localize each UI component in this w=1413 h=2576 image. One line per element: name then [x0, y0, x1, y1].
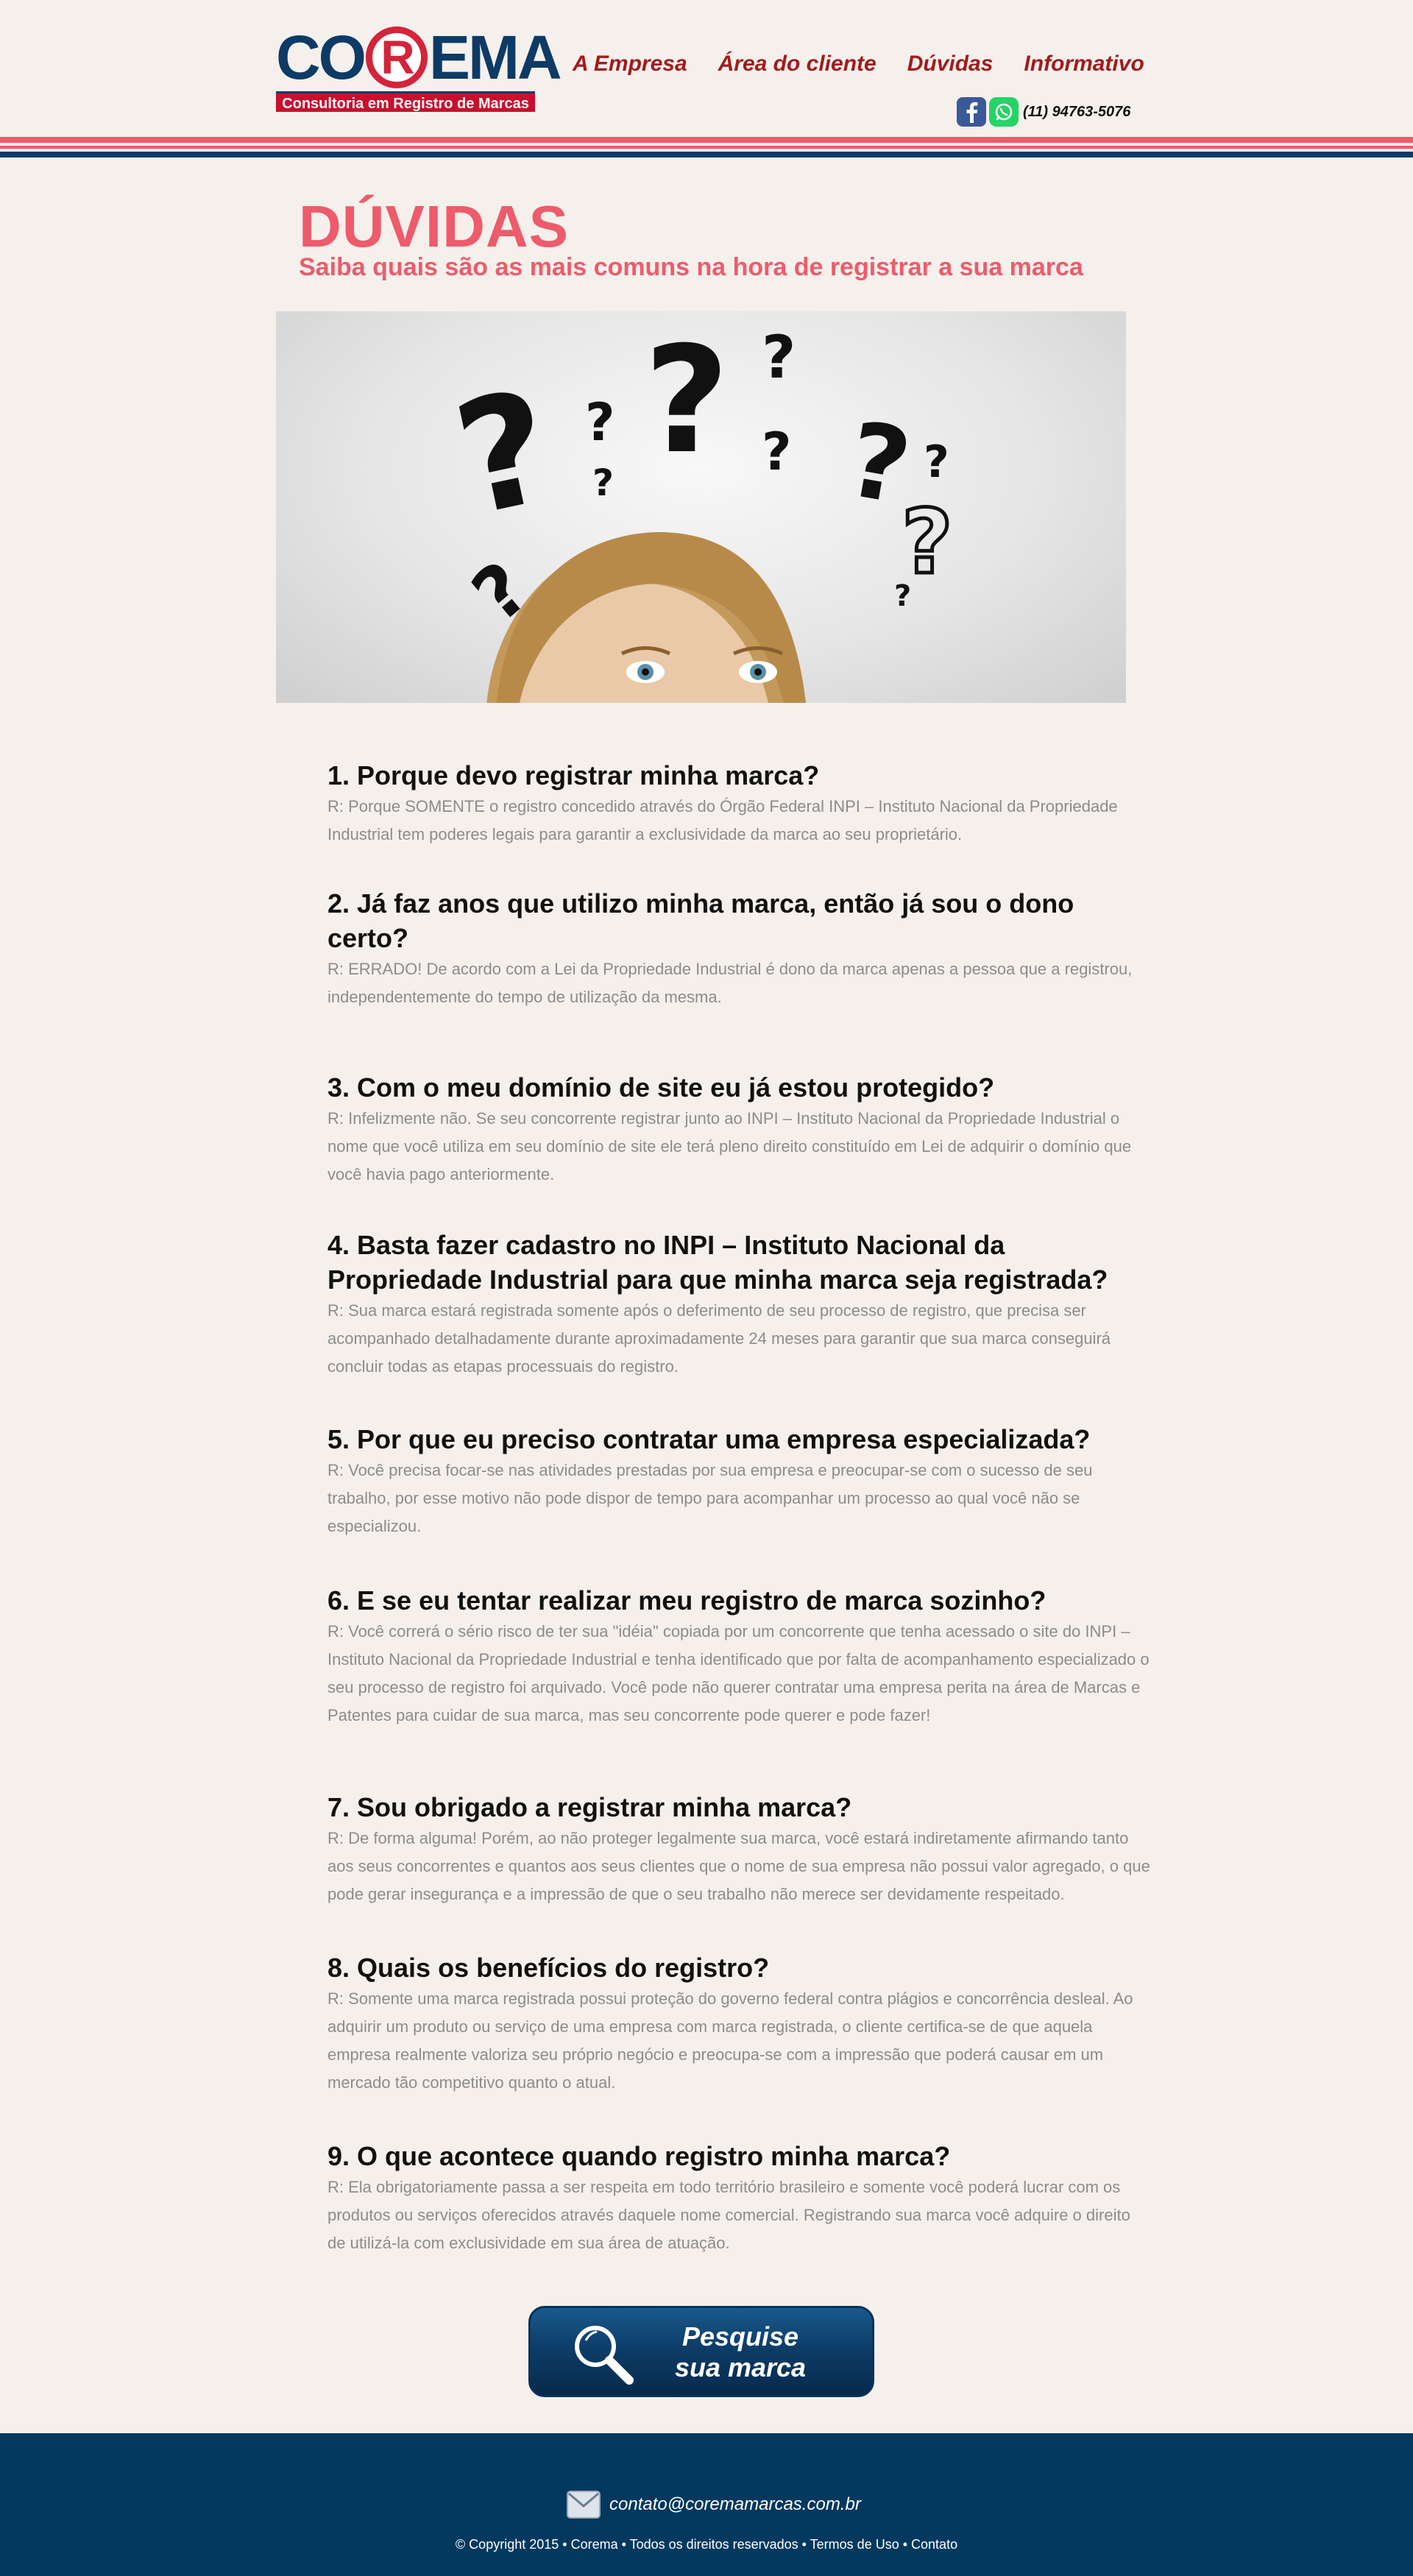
faq-item-5: 5. Por que eu preciso contratar uma empr…: [327, 1422, 1152, 1540]
faq-item-3: 3. Com o meu domínio de site eu já estou…: [327, 1070, 1152, 1189]
facebook-icon[interactable]: [957, 97, 986, 127]
faq-question: 4. Basta fazer cadastro no INPI – Instit…: [327, 1230, 1108, 1295]
footer-email-row: contato@coremamarcas.com.br: [567, 2491, 861, 2519]
faq-question: 3. Com o meu domínio de site eu já estou…: [327, 1072, 995, 1103]
svg-text:?: ?: [644, 315, 729, 486]
faq-question: 9. O que acontece quando registro minha …: [327, 2141, 951, 2171]
faq-question: 7. Sou obrigado a registrar minha marca?: [327, 1792, 852, 1822]
faq-item-6: 6. E se eu tentar realizar meu registro …: [327, 1583, 1152, 1730]
hero-image-question-marks: ? ? ? ? ? ? ? ? ? ? ?: [276, 311, 1126, 703]
faq-question: 8. Quais os benefícios do registro?: [327, 1953, 770, 1983]
envelope-icon: [567, 2491, 601, 2519]
svg-text:?: ?: [762, 323, 796, 392]
faq-answer: R: Sua marca estará registrada somente a…: [327, 1301, 1111, 1376]
svg-text:?: ?: [762, 422, 792, 482]
logo-tagline: Consultoria em Registro de Marcas: [276, 91, 535, 112]
page-subtitle: Saiba quais são as mais comuns na hora d…: [299, 253, 1083, 281]
nav-duvidas[interactable]: Dúvidas: [907, 52, 994, 77]
faq-answer: R: Infelizmente não. Se seu concorrente …: [327, 1109, 1132, 1183]
cta-line-1: Pesquise: [681, 2321, 799, 2352]
faq-answer: R: ERRADO! De acordo com a Lei da Propri…: [327, 960, 1133, 1006]
header-stripes: [0, 137, 1413, 158]
faq-answer: R: Ela obrigatoriamente passa a ser resp…: [327, 2178, 1130, 2252]
whatsapp-icon[interactable]: [989, 97, 1019, 127]
copyright-text: © Copyright 2015 • Corema • Todos os dir…: [455, 2537, 810, 2552]
svg-text:?: ?: [592, 461, 614, 504]
faq-answer: R: Porque SOMENTE o registro concedido a…: [327, 797, 1118, 843]
contact-line: (11) 94763-5076: [957, 97, 1130, 127]
page-title: DÚVIDAS: [299, 194, 570, 259]
nav-a-empresa[interactable]: A Empresa: [573, 52, 687, 77]
nav-area-do-cliente[interactable]: Área do cliente: [718, 52, 877, 77]
svg-text:?: ?: [585, 392, 615, 453]
faq-answer: R: Você precisa focar-se nas atividades …: [327, 1461, 1093, 1535]
faq-answer: R: Somente uma marca registrada possui p…: [327, 1989, 1133, 2092]
svg-text:?: ?: [924, 436, 949, 488]
footer-copyright: © Copyright 2015 • Corema • Todos os dir…: [0, 2537, 1413, 2552]
logo-word-start: CO: [276, 23, 366, 92]
faq-item-2: 2. Já faz anos que utilizo minha marca, …: [327, 886, 1152, 1011]
cta-line-2: sua marca: [674, 2352, 807, 2382]
faq-question: 5. Por que eu preciso contratar uma empr…: [327, 1424, 1091, 1454]
faq-item-4: 4. Basta fazer cadastro no INPI – Instit…: [327, 1228, 1152, 1381]
faq-item-9: 9. O que acontece quando registro minha …: [327, 2139, 1152, 2257]
footer-email-link[interactable]: contato@coremamarcas.com.br: [609, 2494, 861, 2515]
site-footer: contato@coremamarcas.com.br © Copyright …: [0, 2433, 1413, 2576]
faq-item-1: 1. Porque devo registrar minha marca? R:…: [327, 758, 1152, 849]
faq-question: 1. Porque devo registrar minha marca?: [327, 760, 820, 790]
terms-link[interactable]: Termos de Uso: [810, 2537, 899, 2552]
faq-answer: R: De forma alguma! Porém, ao não proteg…: [327, 1829, 1150, 1903]
footer-separator: •: [899, 2537, 912, 2552]
faq-item-7: 7. Sou obrigado a registrar minha marca?…: [327, 1790, 1152, 1908]
phone-number: (11) 94763-5076: [1023, 103, 1131, 120]
logo-word-end: EMA: [429, 23, 562, 92]
nav-informativo[interactable]: Informativo: [1024, 52, 1144, 77]
faq-question: 2. Já faz anos que utilizo minha marca, …: [327, 888, 1074, 953]
faq-question: 6. E se eu tentar realizar meu registro …: [327, 1585, 1047, 1616]
faq-item-8: 8. Quais os benefícios do registro? R: S…: [327, 1950, 1152, 2097]
main-nav: A Empresa Área do cliente Dúvidas Inform…: [573, 52, 1144, 77]
logo-r-circle: R: [366, 26, 428, 88]
svg-text:?: ?: [894, 579, 911, 613]
faq-answer: R: Você correrá o sério risco de ter sua…: [327, 1622, 1150, 1724]
contact-link[interactable]: Contato: [911, 2537, 957, 2552]
search-your-brand-button[interactable]: Pesquise sua marca: [528, 2306, 874, 2397]
site-header: CO R EMA Consultoria em Registro de Marc…: [0, 0, 1413, 158]
svg-text:?: ?: [442, 356, 567, 551]
cta-label: Pesquise sua marca: [648, 2321, 832, 2383]
search-magnifier-icon: [575, 2326, 634, 2385]
corema-logo[interactable]: CO R EMA Consultoria em Registro de Marc…: [276, 24, 562, 113]
logo-wordmark: CO R EMA: [276, 23, 562, 92]
